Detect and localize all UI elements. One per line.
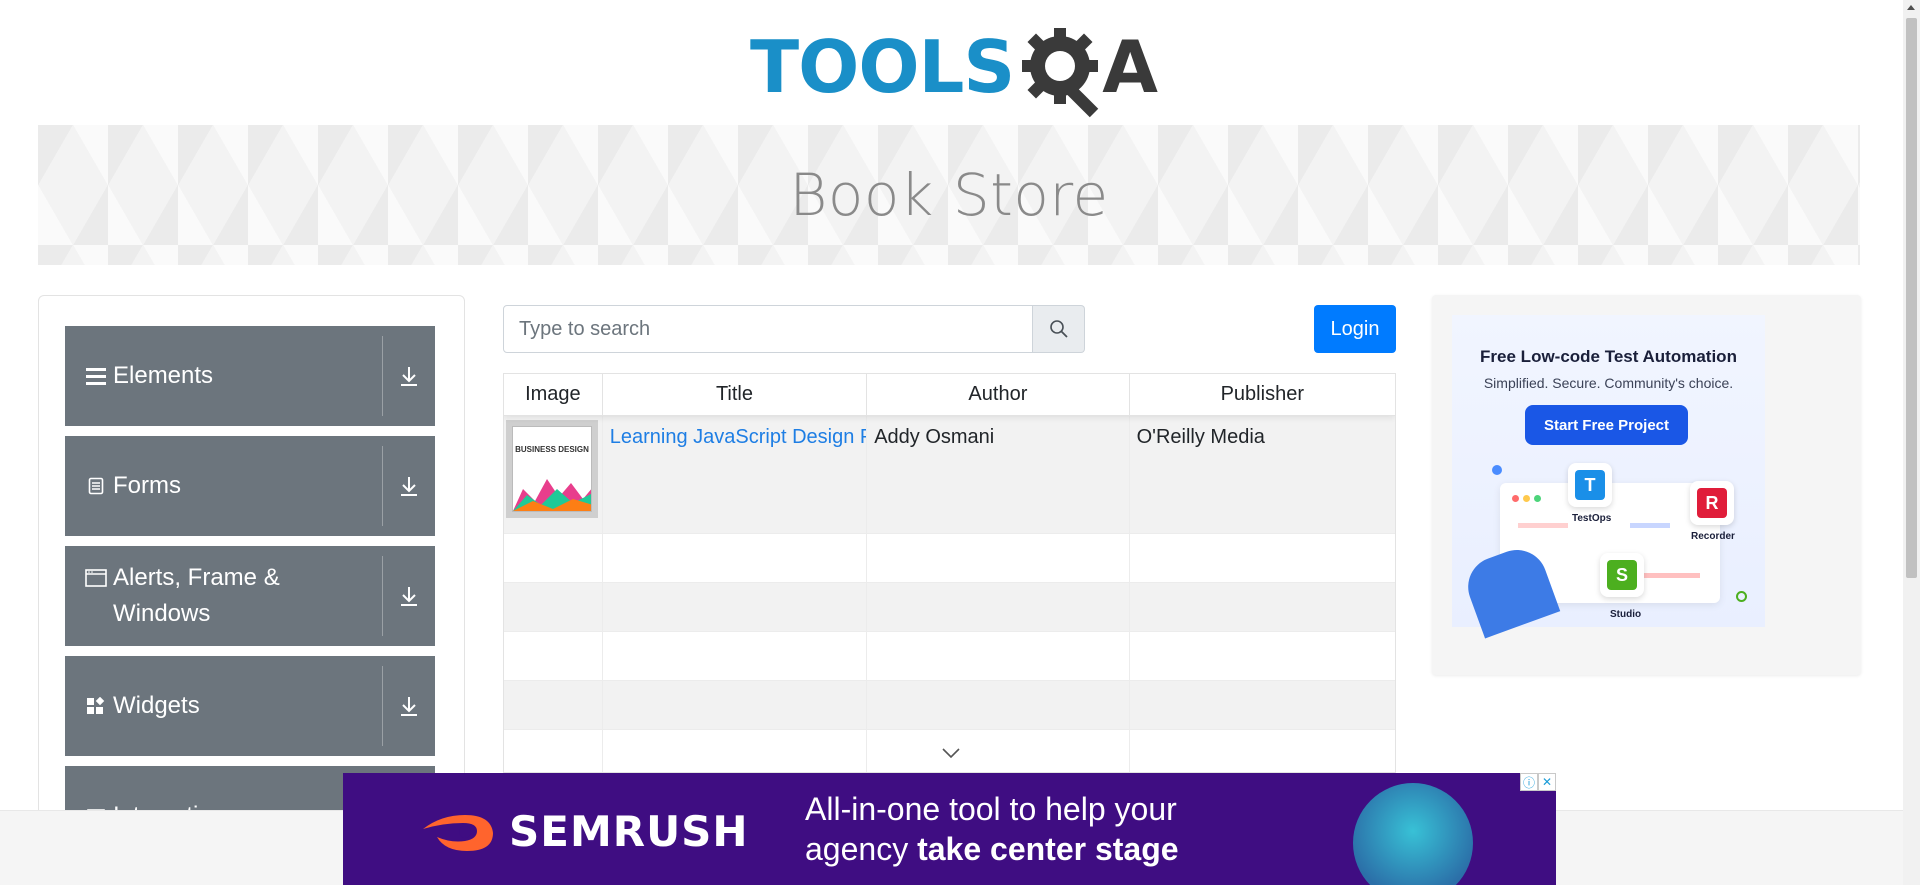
- sidebar-item-label: Forms: [113, 472, 181, 499]
- book-cover-image: BUSINESS DESIGN: [506, 420, 598, 518]
- testops-tile: T: [1568, 463, 1612, 507]
- search-button[interactable]: [1033, 305, 1085, 353]
- scrollbar-thumb[interactable]: [1906, 18, 1917, 578]
- page-banner: Book Store: [38, 125, 1860, 265]
- recorder-icon: R: [1697, 488, 1727, 518]
- column-header-author[interactable]: Author: [867, 374, 1130, 415]
- search-input[interactable]: [503, 305, 1033, 353]
- recorder-label: Recorder: [1691, 531, 1735, 542]
- sidebar-item-elements[interactable]: Elements: [65, 326, 435, 426]
- widgets-icon: [85, 697, 107, 715]
- search-box: [503, 305, 1085, 353]
- testops-icon: T: [1575, 470, 1605, 500]
- testops-label: TestOps: [1572, 513, 1612, 524]
- chevron-down-icon[interactable]: [941, 746, 961, 764]
- ad-person-illustration: [1353, 783, 1473, 885]
- books-table: Image Title Author Publisher BUSINESS DE…: [503, 373, 1396, 773]
- document-icon: [85, 477, 107, 495]
- side-advertisement[interactable]: Free Low-code Test Automation Simplified…: [1432, 295, 1861, 675]
- table-row: [504, 681, 1395, 730]
- login-button[interactable]: Login: [1314, 305, 1396, 353]
- sidebar-item-forms[interactable]: Forms: [65, 436, 435, 536]
- ad-cta-button[interactable]: Start Free Project: [1525, 405, 1688, 445]
- ad-info-icon[interactable]: ⓘ: [1520, 773, 1538, 791]
- download-icon[interactable]: [383, 436, 435, 536]
- ad-close-icon[interactable]: ✕: [1538, 773, 1556, 791]
- page-title: Book Store: [789, 161, 1109, 229]
- bottom-ad-text: All-in-one tool to help your agency take…: [805, 789, 1179, 869]
- sidebar-item-label: Widgets: [113, 692, 200, 719]
- hamburger-icon: [85, 366, 107, 386]
- ad-subtitle: Simplified. Secure. Community's choice.: [1483, 375, 1734, 391]
- table-row: [504, 534, 1395, 583]
- book-cover-text: BUSINESS DESIGN: [515, 445, 589, 454]
- studio-label: Studio: [1610, 609, 1642, 620]
- bottom-ad-line1: All-in-one tool to help your: [805, 791, 1177, 827]
- semrush-flame-icon: [423, 814, 493, 851]
- logo-suffix: A: [1102, 25, 1158, 109]
- bottom-advertisement[interactable]: SEMRUSH All-in-one tool to help your age…: [343, 773, 1556, 885]
- studio-tile: S: [1600, 553, 1644, 597]
- logo-text: TOOLS: [750, 25, 1015, 109]
- book-title-link[interactable]: Learning JavaScript Design Patterns: [610, 426, 866, 448]
- download-icon[interactable]: [383, 546, 435, 646]
- bottom-ad-line2-bold: take center stage: [917, 831, 1179, 867]
- studio-icon: S: [1607, 560, 1637, 590]
- sidebar-item-alerts[interactable]: Alerts, Frame & Windows: [65, 546, 435, 646]
- sidebar-item-label: Alerts, Frame & Windows: [113, 564, 280, 627]
- semrush-logo: SEMRUSH: [421, 807, 749, 856]
- bottom-ad-line2-plain: agency: [805, 831, 918, 867]
- download-icon[interactable]: [383, 656, 435, 756]
- book-title-cell: Learning JavaScript Design Patterns: [603, 416, 868, 533]
- sidebar-item-widgets[interactable]: Widgets: [65, 656, 435, 756]
- table-header: Image Title Author Publisher: [504, 374, 1395, 416]
- recorder-tile: R: [1690, 481, 1734, 525]
- column-header-image[interactable]: Image: [504, 374, 603, 415]
- semrush-brand-text: SEMRUSH: [509, 807, 749, 856]
- book-author-cell: Addy Osmani: [867, 416, 1130, 533]
- download-icon[interactable]: [383, 326, 435, 426]
- logo-gear-icon: [1018, 22, 1108, 118]
- ad-title: Free Low-code Test Automation: [1480, 347, 1737, 366]
- column-header-publisher[interactable]: Publisher: [1130, 374, 1395, 415]
- window-icon: [85, 569, 107, 587]
- search-icon: [1049, 320, 1068, 338]
- book-publisher-cell: O'Reilly Media: [1136, 426, 1265, 448]
- table-row: [504, 632, 1395, 681]
- page-scrollbar[interactable]: [1903, 0, 1920, 885]
- column-header-title[interactable]: Title: [603, 374, 868, 415]
- sidebar-item-label: Elements: [113, 362, 214, 389]
- book-image-cell: BUSINESS DESIGN: [504, 416, 603, 533]
- table-row: [504, 583, 1395, 632]
- scroll-up-arrow-icon[interactable]: [1907, 5, 1915, 10]
- toolsqa-logo[interactable]: TOOLS A: [750, 18, 1158, 118]
- table-row: BUSINESS DESIGN Learning JavaScript Desi…: [504, 416, 1395, 534]
